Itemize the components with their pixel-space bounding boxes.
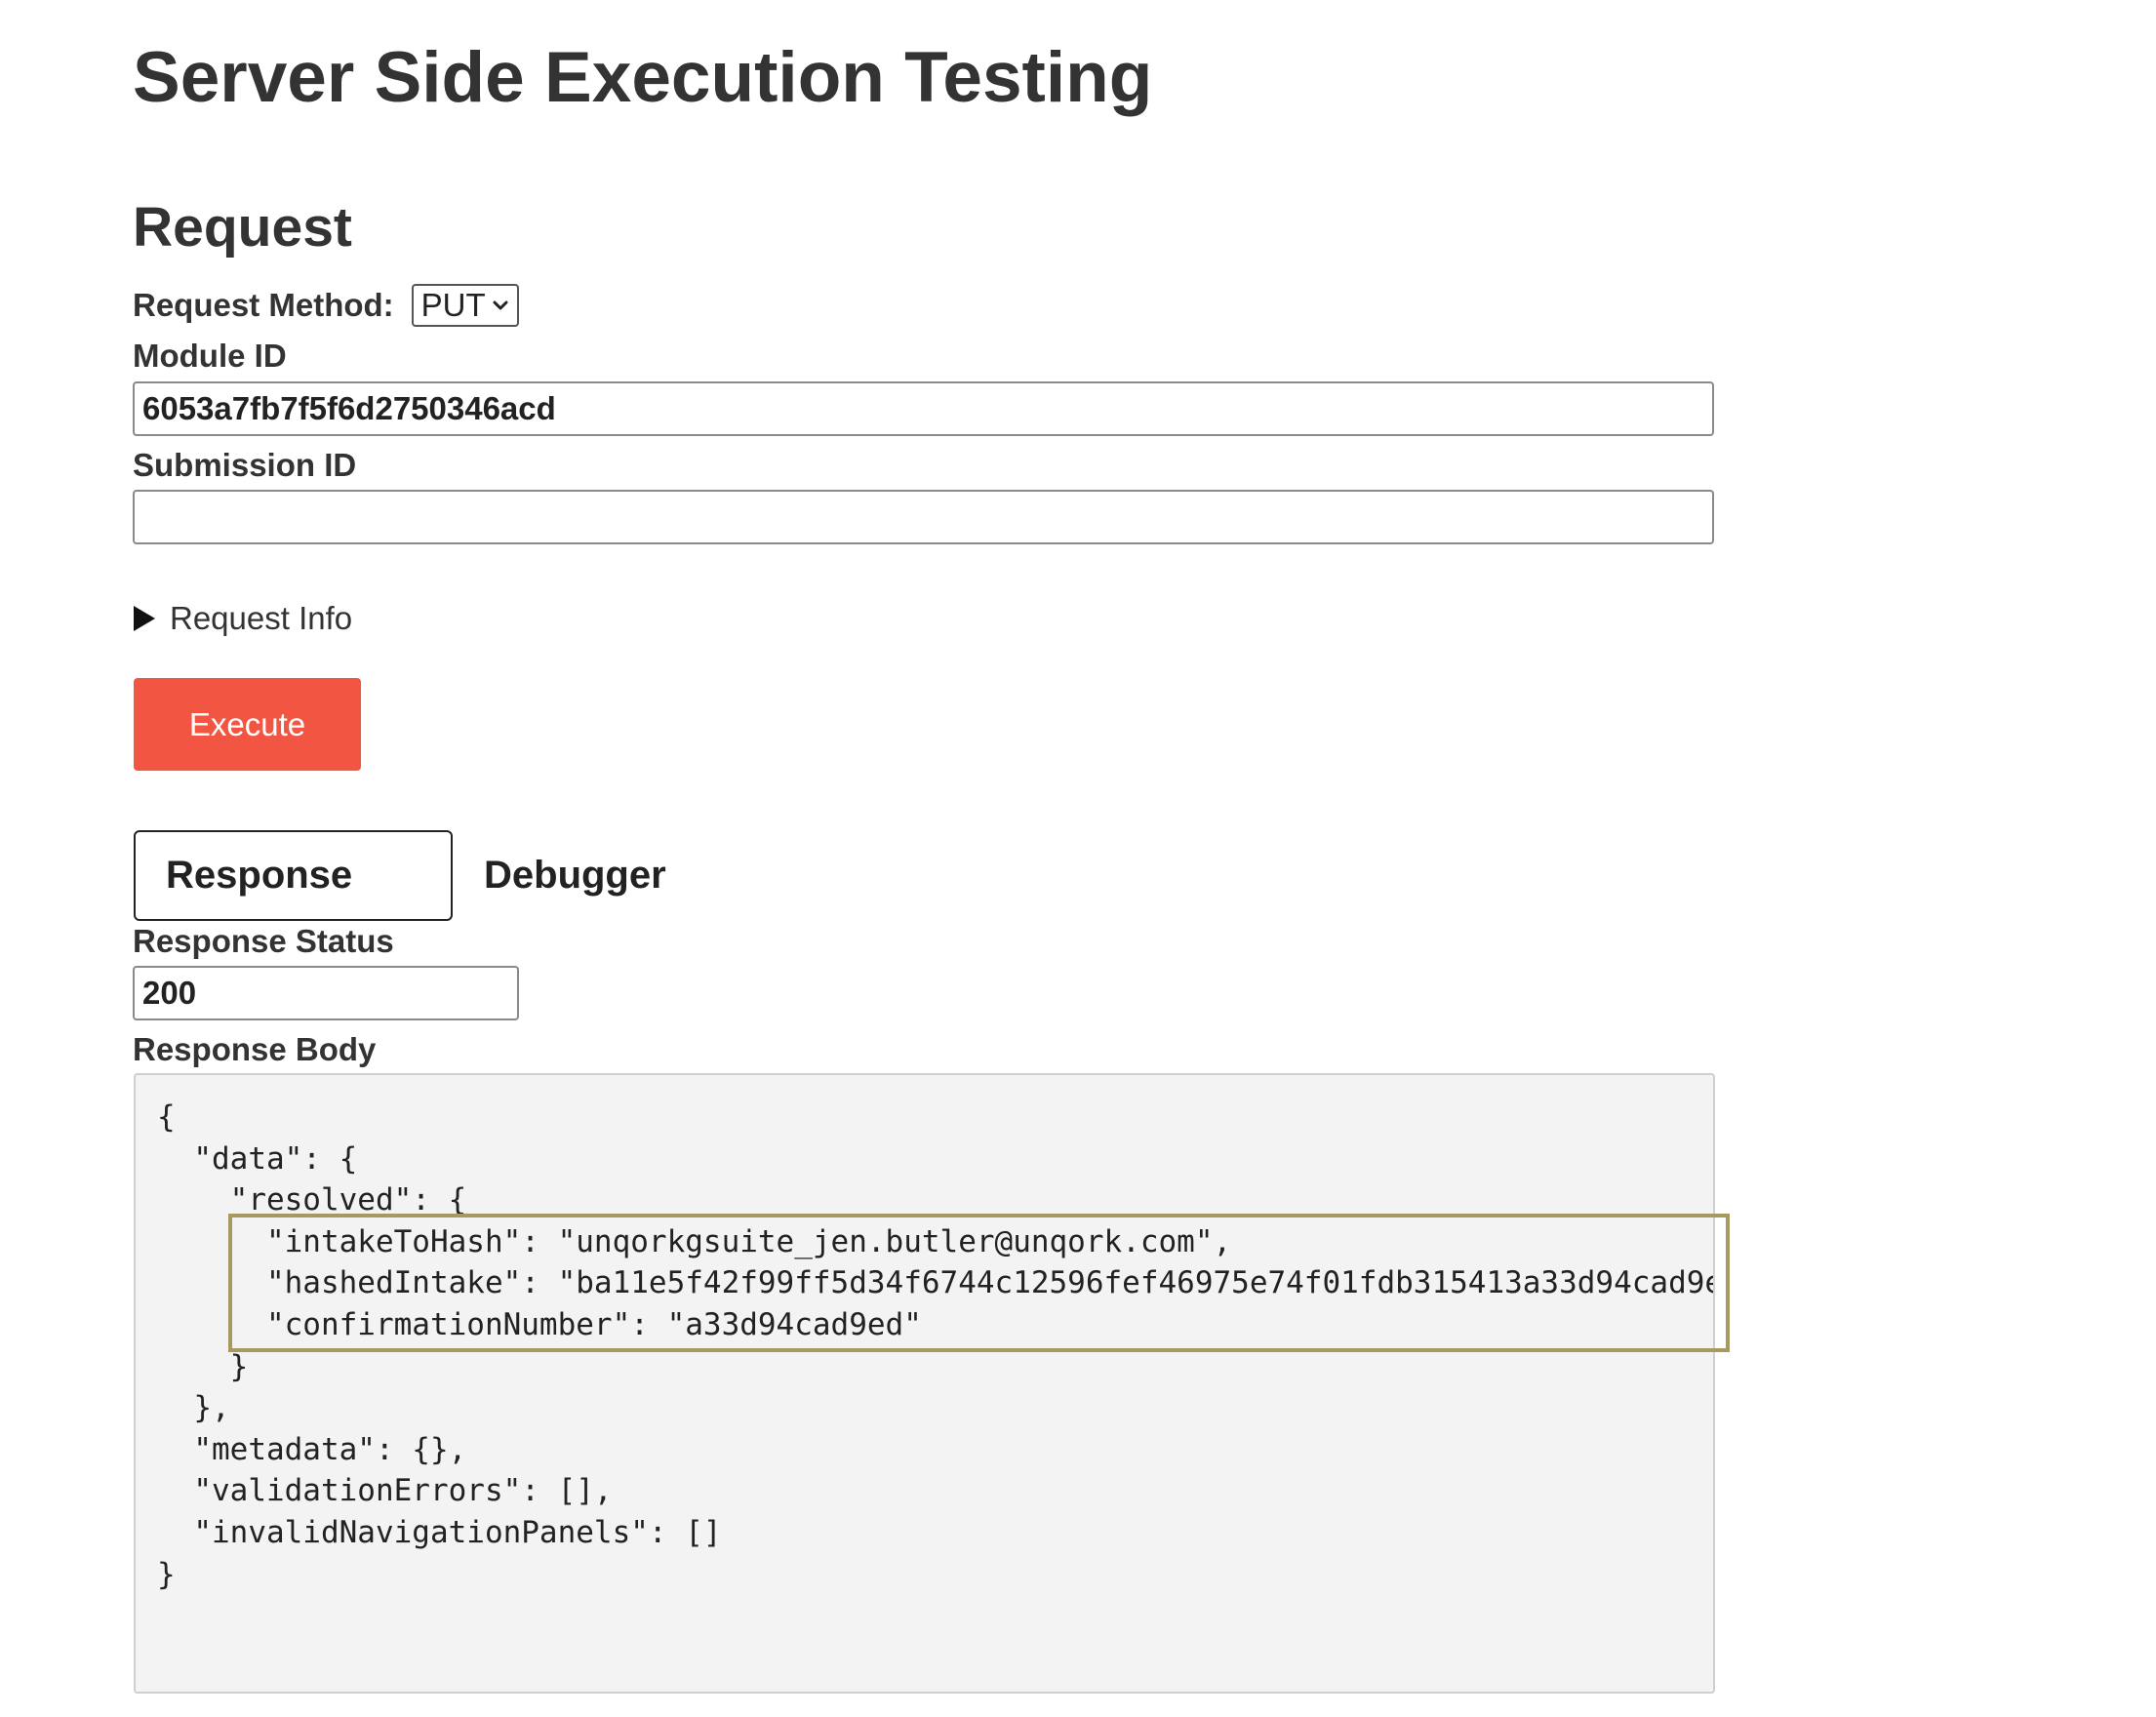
request-info-toggle[interactable]: Request Info [133,597,352,640]
chevron-down-icon [493,300,508,310]
module-id-input[interactable] [133,381,1714,436]
request-method-select[interactable]: PUT [411,284,519,327]
module-id-label: Module ID [133,338,287,374]
response-body-code: { "data": { "resolved": { "intakeToHash"… [157,1099,1715,1592]
response-status-label: Response Status [133,923,394,959]
page-title: Server Side Execution Testing [133,38,1153,117]
response-status-field[interactable] [133,966,519,1020]
request-method-row: Request Method: PUT [133,283,519,328]
tab-debugger[interactable]: Debugger [484,830,666,921]
request-section-title: Request [133,196,352,259]
submission-id-input[interactable] [133,490,1714,544]
tab-response[interactable]: Response [134,830,453,921]
submission-id-label: Submission ID [133,447,357,483]
triangle-right-icon [134,606,155,631]
request-method-label: Request Method: [133,287,394,323]
request-info-label: Request Info [170,600,353,636]
response-body-label: Response Body [133,1031,377,1067]
response-body-panel[interactable]: { "data": { "resolved": { "intakeToHash"… [134,1073,1715,1694]
request-method-value: PUT [420,287,486,323]
execute-button[interactable]: Execute [134,678,361,771]
